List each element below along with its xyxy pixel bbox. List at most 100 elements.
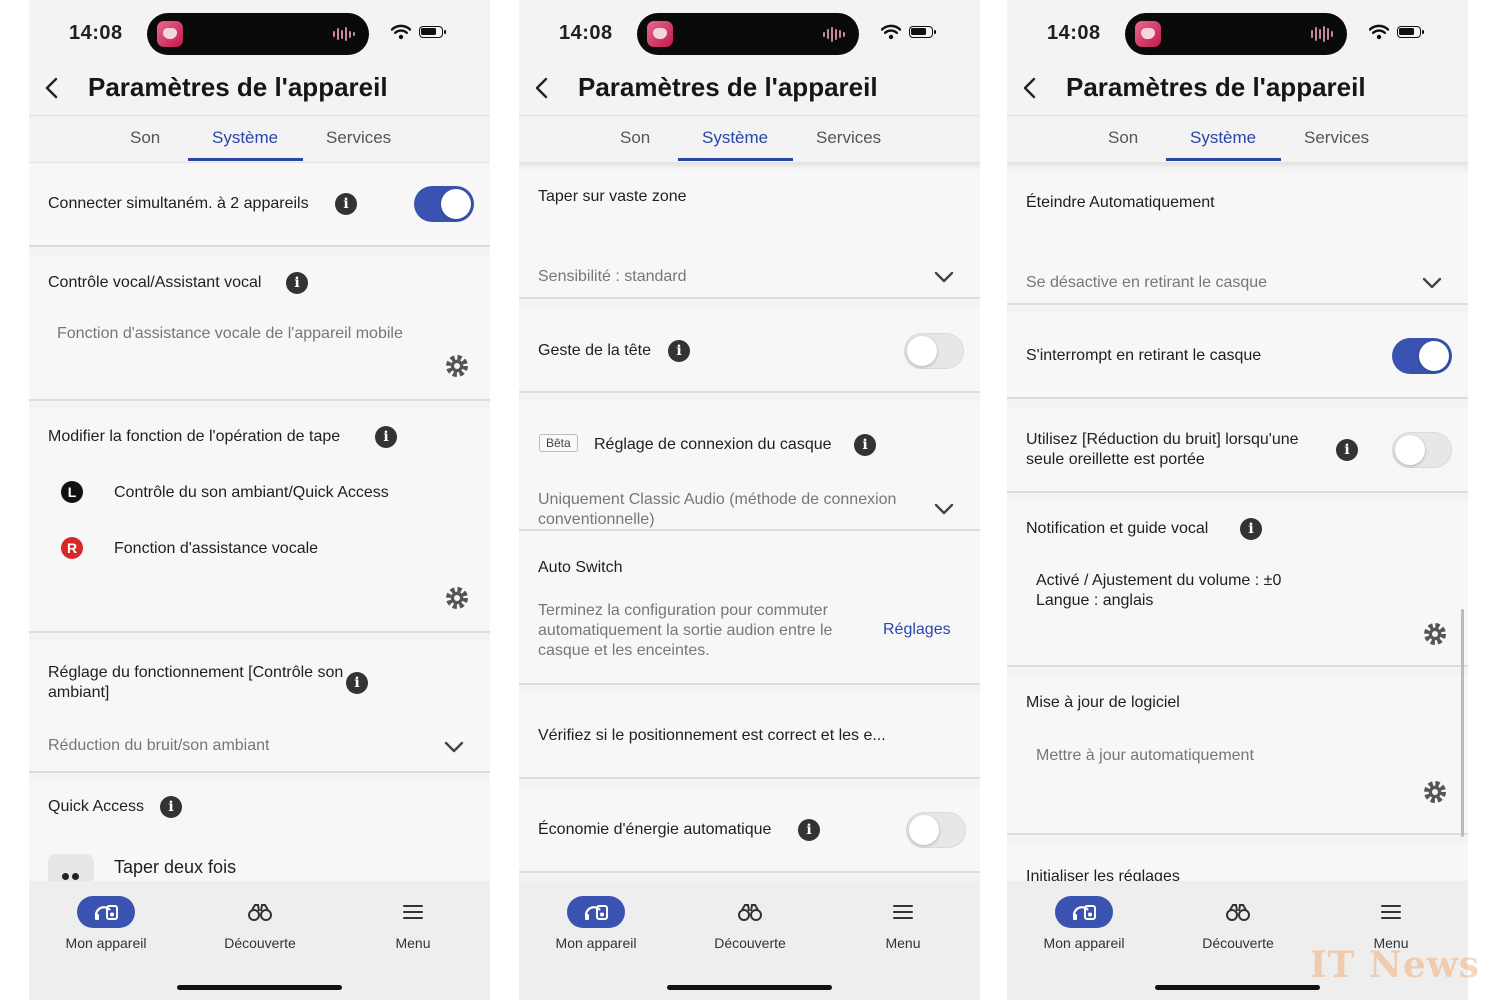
tab-son[interactable]: Son [130, 128, 160, 148]
app-icon [647, 21, 673, 47]
reset-settings-label: Initialiser les réglages [1026, 868, 1180, 881]
dynamic-island [147, 13, 369, 55]
reset-settings-row[interactable]: Initialiser les réglages [1007, 843, 1468, 881]
dual-connection-toggle[interactable] [414, 186, 474, 222]
info-icon[interactable]: i [335, 193, 357, 215]
settings-list: Éteindre Automatiquement Se désactive en… [1007, 163, 1468, 881]
info-icon[interactable]: i [286, 272, 308, 294]
tab-systeme[interactable]: Système [1190, 128, 1256, 148]
dual-connection-row[interactable]: Connecter simultaném. à 2 appareils i [29, 163, 490, 247]
binoculars-icon [248, 904, 272, 921]
connection-setting-card[interactable]: Bêta Réglage de connexion du casque i Un… [519, 401, 980, 531]
tab-son[interactable]: Son [620, 128, 650, 148]
tab-services[interactable]: Services [1304, 128, 1369, 148]
nav-decouverte[interactable]: Découverte [200, 896, 320, 951]
back-arrow-icon[interactable] [1019, 76, 1041, 100]
voice-control-desc: Fonction d'assistance vocale de l'appare… [57, 325, 403, 342]
nav-decouverte[interactable]: Découverte [690, 896, 810, 951]
info-icon[interactable]: i [1336, 439, 1358, 461]
info-icon[interactable]: i [854, 434, 876, 456]
settings-list: Connecter simultaném. à 2 appareils i Co… [29, 163, 490, 881]
auto-switch-card: Auto Switch Terminez la configuration po… [519, 531, 980, 685]
headphones-device-icon [584, 905, 608, 920]
energy-saving-row[interactable]: Économie d'énergie automatique i [519, 787, 980, 873]
page-title: Paramètres de l'appareil [578, 72, 878, 102]
app-icon [157, 21, 183, 47]
info-icon[interactable]: i [160, 796, 182, 818]
right-earbud-badge: R [61, 537, 83, 559]
software-update-title: Mise à jour de logiciel [1026, 694, 1180, 711]
back-arrow-icon[interactable] [41, 76, 63, 100]
fit-check-row[interactable]: Vérifiez si le positionnement est correc… [519, 693, 980, 779]
fit-check-label: Vérifiez si le positionnement est correc… [538, 727, 886, 744]
energy-saving-label: Économie d'énergie automatique [538, 821, 772, 838]
nav-menu[interactable]: Menu [353, 896, 473, 951]
quick-access-card: Quick Access i Taper deux fois [29, 781, 490, 881]
tab-son[interactable]: Son [1108, 128, 1138, 148]
info-icon[interactable]: i [1240, 518, 1262, 540]
info-icon[interactable]: i [798, 819, 820, 841]
home-indicator [667, 985, 832, 990]
pause-on-removal-toggle[interactable] [1392, 338, 1452, 374]
nc-single-earbud-row[interactable]: Utilisez [Réduction du bruit] lorsqu'une… [1007, 407, 1468, 493]
tab-services[interactable]: Services [816, 128, 881, 148]
nav-menu[interactable]: Menu [1331, 896, 1451, 951]
nav-mon-appareil[interactable]: Mon appareil [536, 896, 656, 951]
gear-icon[interactable] [1422, 621, 1448, 647]
auto-off-value: Se désactive en retirant le casque [1026, 274, 1268, 291]
tab-bar: Son Système Services [29, 115, 490, 164]
tap-operation-title: Modifier la fonction de l'opération de t… [48, 428, 341, 445]
settings-link[interactable]: Réglages [883, 621, 951, 639]
voice-guide-language: Langue : anglais [1036, 592, 1154, 609]
tab-active-indicator [1166, 158, 1281, 161]
nc-single-earbud-label: Utilisez [Réduction du bruit] lorsqu'une… [1026, 431, 1299, 468]
dynamic-island [1125, 13, 1347, 55]
auto-switch-desc: Terminez la configuration pour commuter … [538, 602, 833, 659]
scrollbar[interactable] [1461, 609, 1464, 837]
quick-access-item[interactable]: Taper deux fois [114, 857, 236, 877]
auto-off-card[interactable]: Éteindre Automatiquement Se désactive en… [1007, 173, 1468, 305]
head-gesture-toggle[interactable] [904, 333, 964, 369]
energy-saving-toggle[interactable] [906, 812, 966, 848]
battery-icon [1397, 26, 1424, 38]
wifi-icon [391, 24, 411, 40]
chevron-down-icon[interactable] [934, 271, 954, 283]
back-arrow-icon[interactable] [531, 76, 553, 100]
settings-list: Taper sur vaste zone Sensibilité : stand… [519, 163, 980, 881]
info-icon[interactable]: i [375, 426, 397, 448]
tab-systeme[interactable]: Système [212, 128, 278, 148]
tab-services[interactable]: Services [326, 128, 391, 148]
chevron-down-icon[interactable] [1422, 277, 1442, 289]
head-gesture-row[interactable]: Geste de la tête i [519, 307, 980, 393]
gear-icon[interactable] [1422, 779, 1448, 805]
wifi-icon [881, 24, 901, 40]
nav-mon-appareil[interactable]: Mon appareil [46, 896, 166, 951]
nc-single-earbud-toggle[interactable] [1392, 432, 1452, 468]
nav-menu[interactable]: Menu [843, 896, 963, 951]
dynamic-island [637, 13, 859, 55]
info-icon[interactable]: i [346, 672, 368, 694]
chevron-down-icon[interactable] [444, 741, 464, 753]
gear-icon[interactable] [444, 353, 470, 379]
tap-zone-card[interactable]: Taper sur vaste zone Sensibilité : stand… [519, 169, 980, 299]
chevron-down-icon[interactable] [934, 503, 954, 515]
voice-guide-volume: Activé / Ajustement du volume : ±0 [1036, 572, 1282, 589]
hamburger-menu-icon [893, 905, 913, 919]
nav-decouverte[interactable]: Découverte [1178, 896, 1298, 951]
tap-zone-title: Taper sur vaste zone [538, 188, 687, 205]
audio-wave-icon [823, 26, 845, 42]
tab-systeme[interactable]: Système [702, 128, 768, 148]
auto-off-title: Éteindre Automatiquement [1026, 194, 1215, 211]
binoculars-icon [1226, 904, 1250, 921]
nav-mon-appareil[interactable]: Mon appareil [1024, 896, 1144, 951]
gear-icon[interactable] [444, 585, 470, 611]
binoculars-icon [738, 904, 762, 921]
software-update-desc: Mettre à jour automatiquement [1036, 747, 1254, 764]
connection-setting-title: Réglage de connexion du casque [594, 436, 832, 453]
tab-active-indicator [188, 158, 303, 161]
info-icon[interactable]: i [668, 340, 690, 362]
pause-on-removal-row[interactable]: S'interrompt en retirant le casque [1007, 313, 1468, 399]
status-time: 14:08 [1047, 22, 1101, 44]
app-icon [1135, 21, 1161, 47]
ambient-control-card[interactable]: Réglage du fonctionnement [Contrôle son … [29, 641, 490, 773]
